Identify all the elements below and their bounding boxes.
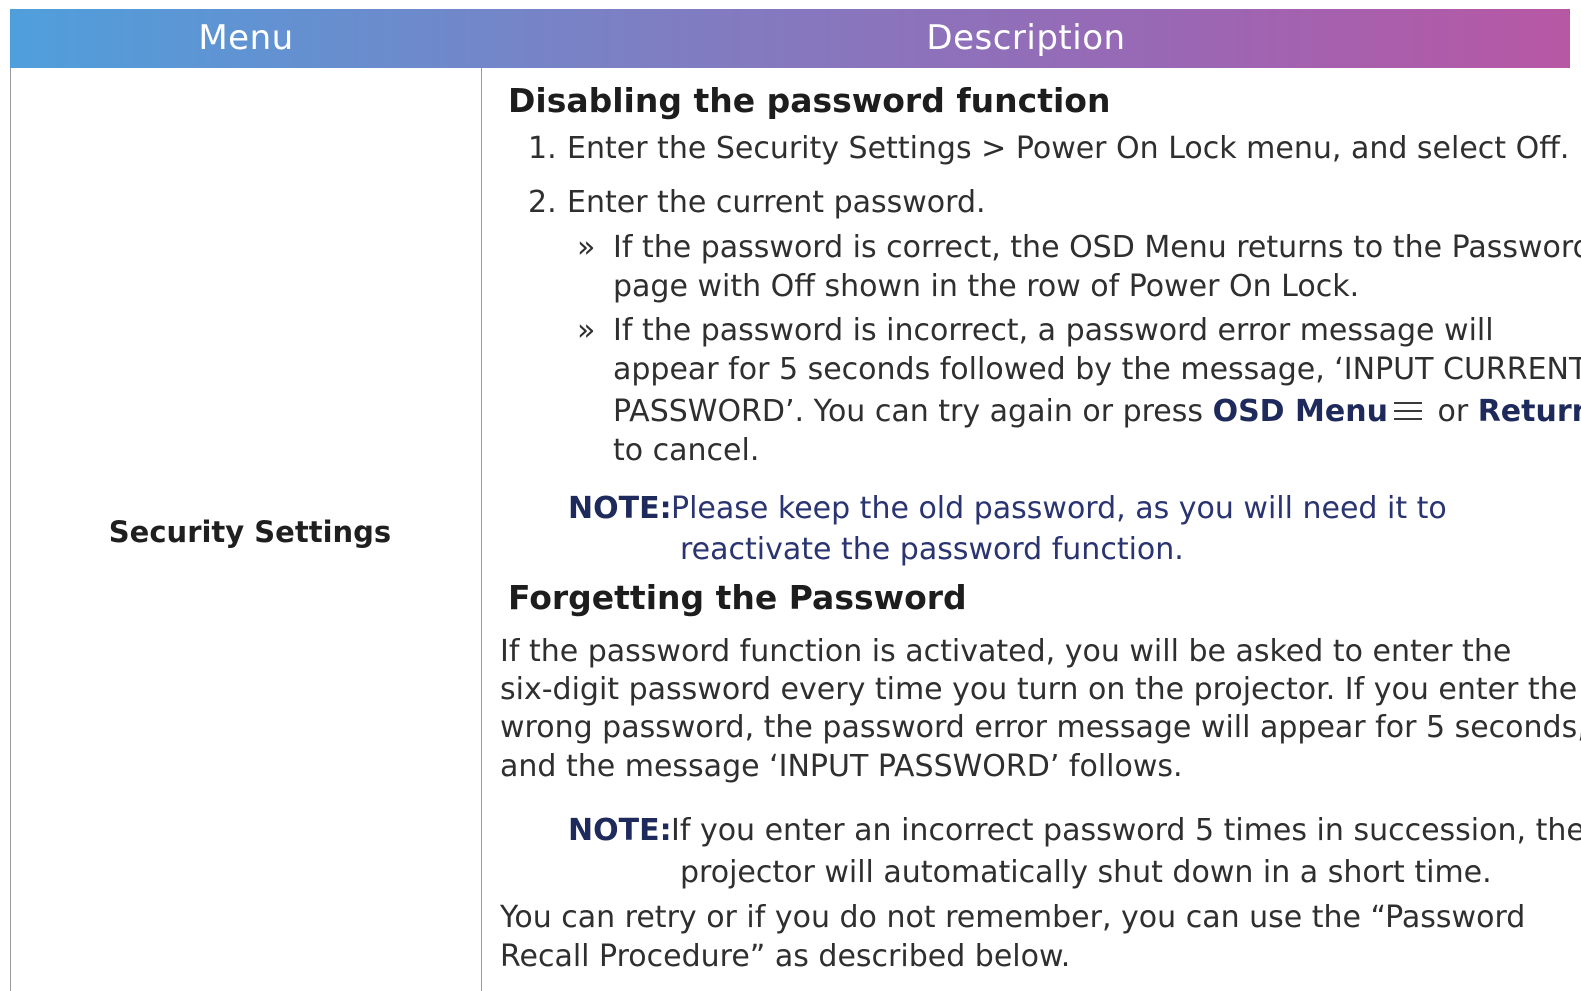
bullet-marker: » bbox=[577, 313, 596, 348]
bullet-text: to cancel. bbox=[613, 433, 760, 468]
header-description: Description bbox=[926, 18, 1126, 58]
paragraph-line: If the password function is activated, y… bbox=[500, 634, 1512, 669]
paragraph-line: six-digit password every time you turn o… bbox=[500, 672, 1578, 707]
paragraph-line: and the message ‘INPUT PASSWORD’ follows… bbox=[500, 749, 1183, 784]
section-title-disabling: Disabling the password function bbox=[508, 81, 1111, 120]
header-menu: Menu bbox=[198, 18, 294, 58]
step-text: Enter the Security Settings > Power On L… bbox=[567, 131, 1570, 166]
table-header: Menu Description bbox=[10, 9, 1570, 68]
bullet-text-with-icons: PASSWORD’. You can try again or press OS… bbox=[613, 394, 1581, 429]
step-number: 2. bbox=[528, 185, 557, 220]
note-label: NOTE: bbox=[568, 491, 672, 526]
note: NOTE: bbox=[568, 491, 672, 526]
paragraph-line: wrong password, the password error messa… bbox=[500, 710, 1581, 745]
return-key: Return bbox=[1477, 394, 1581, 429]
bullet-text: appear for 5 seconds followed by the mes… bbox=[613, 352, 1581, 387]
bullet-text: If the password is correct, the OSD Menu… bbox=[613, 230, 1581, 265]
menu-lines-icon bbox=[1392, 397, 1424, 423]
note-text: If you enter an incorrect password 5 tim… bbox=[671, 813, 1581, 848]
bullet-text: or bbox=[1427, 394, 1478, 429]
step-number: 1. bbox=[528, 131, 557, 166]
note-text: projector will automatically shut down i… bbox=[680, 855, 1492, 890]
paragraph-line: You can retry or if you do not remember,… bbox=[500, 900, 1526, 935]
menu-cell: Security Settings bbox=[10, 68, 482, 991]
step-text: Enter the current password. bbox=[567, 185, 986, 220]
section-title-forgetting: Forgetting the Password bbox=[508, 578, 967, 617]
osd-menu-key: OSD Menu bbox=[1212, 394, 1388, 429]
bullet-text: PASSWORD’. You can try again or press bbox=[613, 394, 1213, 429]
bullet-text: If the password is incorrect, a password… bbox=[613, 313, 1494, 348]
paragraph-line: Recall Procedure” as described below. bbox=[500, 939, 1071, 974]
note-label: NOTE: bbox=[568, 813, 672, 848]
bullet-marker: » bbox=[577, 230, 596, 265]
note-text: Please keep the old password, as you wil… bbox=[671, 491, 1447, 526]
bullet-text: page with Off shown in the row of Power … bbox=[613, 269, 1360, 304]
menu-item-label: Security Settings bbox=[108, 515, 392, 549]
note: NOTE: bbox=[568, 813, 672, 848]
note-text: reactivate the password function. bbox=[680, 532, 1184, 567]
